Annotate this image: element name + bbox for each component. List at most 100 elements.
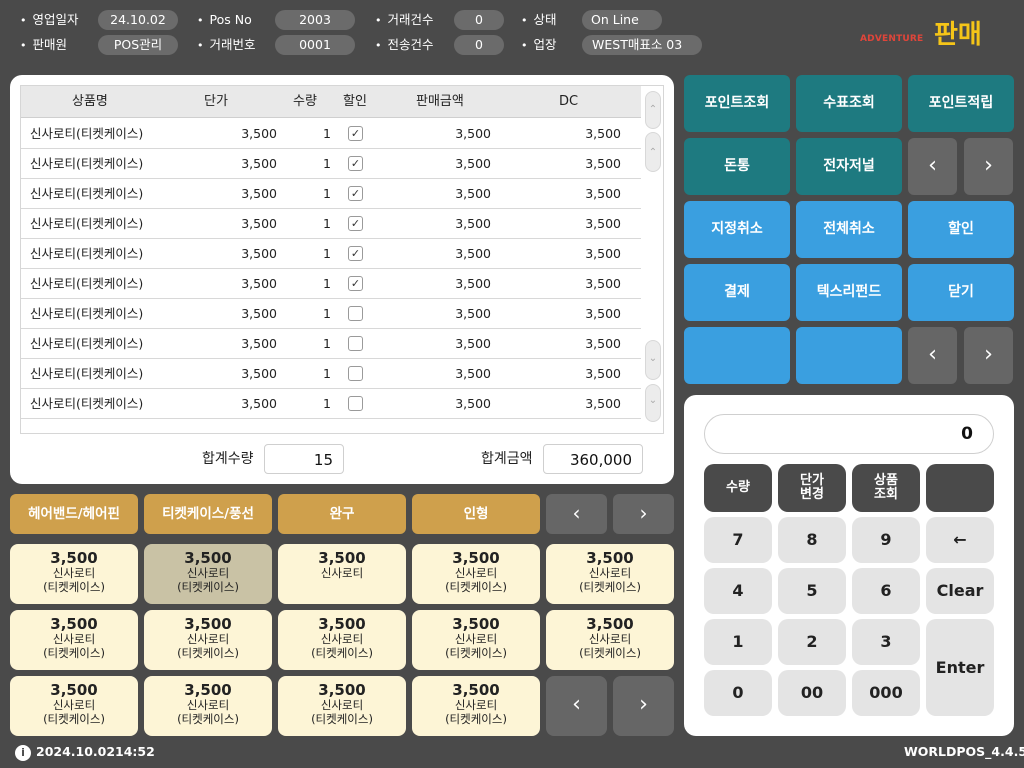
empty-function-button-1[interactable] [684, 327, 790, 384]
cell-sale-amount: 3,500 [455, 156, 491, 171]
key-4[interactable]: 4 [704, 568, 772, 614]
product-tile[interactable]: 3,500 신사로티 (티켓케이스) [10, 544, 138, 604]
product-next-button[interactable]: › [613, 676, 674, 736]
enter-key[interactable]: Enter [926, 619, 994, 716]
key-6[interactable]: 6 [852, 568, 920, 614]
scroll-down-button[interactable]: ⌄ [645, 340, 661, 380]
category-prev-button[interactable]: ‹ [546, 494, 607, 534]
blank-function-key[interactable] [926, 464, 994, 512]
category-tab-toys[interactable]: 완구 [278, 494, 406, 534]
total-amount-label: 합계금액 [481, 451, 533, 467]
discount-button[interactable]: 할인 [908, 201, 1014, 258]
product-price: 3,500 [452, 615, 500, 633]
point-accrual-button[interactable]: 포인트적립 [908, 75, 1014, 132]
product-tile[interactable]: 3,500 신사로티 (티켓케이스) [412, 676, 540, 736]
product-tile[interactable]: 3,500 신사로티 (티켓케이스) [144, 676, 272, 736]
tax-refund-button[interactable]: 텍스리펀드 [796, 264, 902, 321]
product-tile[interactable]: 3,500 신사로티 (티켓케이스) [412, 544, 540, 604]
change-price-button[interactable]: 단가 변경 [778, 464, 846, 512]
cancel-all-button[interactable]: 전체취소 [796, 201, 902, 258]
column-header-name: 상품명 [72, 94, 108, 109]
product-tile[interactable]: 3,500 신사로티 (티켓케이스) [278, 676, 406, 736]
key-00[interactable]: 00 [778, 670, 846, 716]
backspace-key[interactable]: ← [926, 517, 994, 563]
header-label: 거래건수 [375, 10, 434, 30]
category-tab-ticketcase[interactable]: 티켓케이스/풍선 [144, 494, 272, 534]
table-row[interactable]: 신사로티(티켓케이스) 3,500 1 ✓ 3,500 3,500 [21, 179, 641, 209]
header-field-send-count: 전송건수 0 [375, 35, 505, 55]
product-tile[interactable]: 3,500 신사로티 (티켓케이스) [412, 610, 540, 670]
key-7[interactable]: 7 [704, 517, 772, 563]
electronic-journal-button[interactable]: 전자저널 [796, 138, 902, 195]
chevron-right-icon: › [984, 342, 993, 367]
cell-discount-checkbox[interactable]: ✓ [348, 126, 363, 141]
key-000[interactable]: 000 [852, 670, 920, 716]
keypad-display[interactable]: 0 [704, 414, 994, 454]
info-icon[interactable]: i [15, 745, 31, 761]
category-tab-hairband[interactable]: 헤어밴드/헤어핀 [10, 494, 138, 534]
cell-discount-checkbox[interactable]: ✓ [348, 186, 363, 201]
category-next-button[interactable]: › [613, 494, 674, 534]
table-row[interactable]: 신사로티(티켓케이스) 3,500 1 ✓ 3,500 3,500 [21, 119, 641, 149]
cell-discount-checkbox[interactable]: ✓ [348, 156, 363, 171]
table-row[interactable]: 신사로티(티켓케이스) 3,500 1 ✓ 3,500 3,500 [21, 269, 641, 299]
product-subname: (티켓케이스) [177, 712, 239, 726]
cell-product-name: 신사로티(티켓케이스) [30, 396, 144, 411]
table-row[interactable]: 신사로티(티켓케이스) 3,500 1 3,500 3,500 [21, 329, 641, 359]
table-row[interactable]: 신사로티(티켓케이스) 3,500 1 3,500 3,500 [21, 389, 641, 419]
product-name: 신사로티 [52, 698, 96, 712]
product-tile[interactable]: 3,500 신사로티 (티켓케이스) [10, 610, 138, 670]
key-0[interactable]: 0 [704, 670, 772, 716]
header-label: 영업일자 [20, 10, 79, 30]
key-3[interactable]: 3 [852, 619, 920, 665]
brand-title: 판매 [934, 20, 982, 50]
product-inquiry-button[interactable]: 상품 조회 [852, 464, 920, 512]
key-8[interactable]: 8 [778, 517, 846, 563]
table-row[interactable]: 신사로티(티켓케이스) 3,500 1 ✓ 3,500 3,500 [21, 209, 641, 239]
function-prev-button[interactable]: ‹ [908, 138, 957, 195]
cell-discount-checkbox[interactable] [348, 396, 363, 411]
function-page-prev-button[interactable]: ‹ [908, 327, 957, 384]
point-inquiry-button[interactable]: 포인트조회 [684, 75, 790, 132]
check-inquiry-button[interactable]: 수표조회 [796, 75, 902, 132]
clear-key[interactable]: Clear [926, 568, 994, 614]
product-tile[interactable]: 3,500 신사로티 (티켓케이스) [546, 544, 674, 604]
table-row[interactable]: 신사로티(티켓케이스) 3,500 1 ✓ 3,500 3,500 [21, 149, 641, 179]
cell-discount-checkbox[interactable]: ✓ [348, 216, 363, 231]
scroll-top-button[interactable]: ⌃ [645, 91, 661, 129]
cash-drawer-button[interactable]: 돈통 [684, 138, 790, 195]
product-tile[interactable]: 3,500 신사로티 [278, 544, 406, 604]
close-button[interactable]: 닫기 [908, 264, 1014, 321]
key-5[interactable]: 5 [778, 568, 846, 614]
key-2[interactable]: 2 [778, 619, 846, 665]
column-header-qty: 수량 [293, 94, 317, 109]
function-next-button[interactable]: › [964, 138, 1013, 195]
column-header-discount: 할인 [343, 94, 367, 109]
product-prev-button[interactable]: ‹ [546, 676, 607, 736]
product-tile[interactable]: 3,500 신사로티 (티켓케이스) [10, 676, 138, 736]
product-tile[interactable]: 3,500 신사로티 (티켓케이스) [278, 610, 406, 670]
table-row[interactable]: 신사로티(티켓케이스) 3,500 1 3,500 3,500 [21, 359, 641, 389]
empty-function-button-2[interactable] [796, 327, 902, 384]
product-tile[interactable]: 3,500 신사로티 (티켓케이스) [144, 544, 272, 604]
cell-discount-checkbox[interactable]: ✓ [348, 276, 363, 291]
payment-button[interactable]: 결제 [684, 264, 790, 321]
category-tab-dolls[interactable]: 인형 [412, 494, 540, 534]
cell-discount-checkbox[interactable] [348, 336, 363, 351]
product-tile[interactable]: 3,500 신사로티 (티켓케이스) [546, 610, 674, 670]
scroll-bottom-button[interactable]: ⌄ [645, 384, 661, 422]
header-value: POS관리 [98, 35, 178, 55]
key-9[interactable]: 9 [852, 517, 920, 563]
cell-discount-checkbox[interactable] [348, 306, 363, 321]
key-1[interactable]: 1 [704, 619, 772, 665]
cell-discount-checkbox[interactable]: ✓ [348, 246, 363, 261]
selected-cancel-button[interactable]: 지정취소 [684, 201, 790, 258]
function-page-next-button[interactable]: › [964, 327, 1013, 384]
cell-discount-checkbox[interactable] [348, 366, 363, 381]
product-tile[interactable]: 3,500 신사로티 (티켓케이스) [144, 610, 272, 670]
scroll-up-button[interactable]: ⌃ [645, 132, 661, 172]
table-row[interactable]: 신사로티(티켓케이스) 3,500 1 3,500 3,500 [21, 299, 641, 329]
chevron-left-icon: ‹ [928, 153, 937, 178]
table-row[interactable]: 신사로티(티켓케이스) 3,500 1 ✓ 3,500 3,500 [21, 239, 641, 269]
quantity-button[interactable]: 수량 [704, 464, 772, 512]
